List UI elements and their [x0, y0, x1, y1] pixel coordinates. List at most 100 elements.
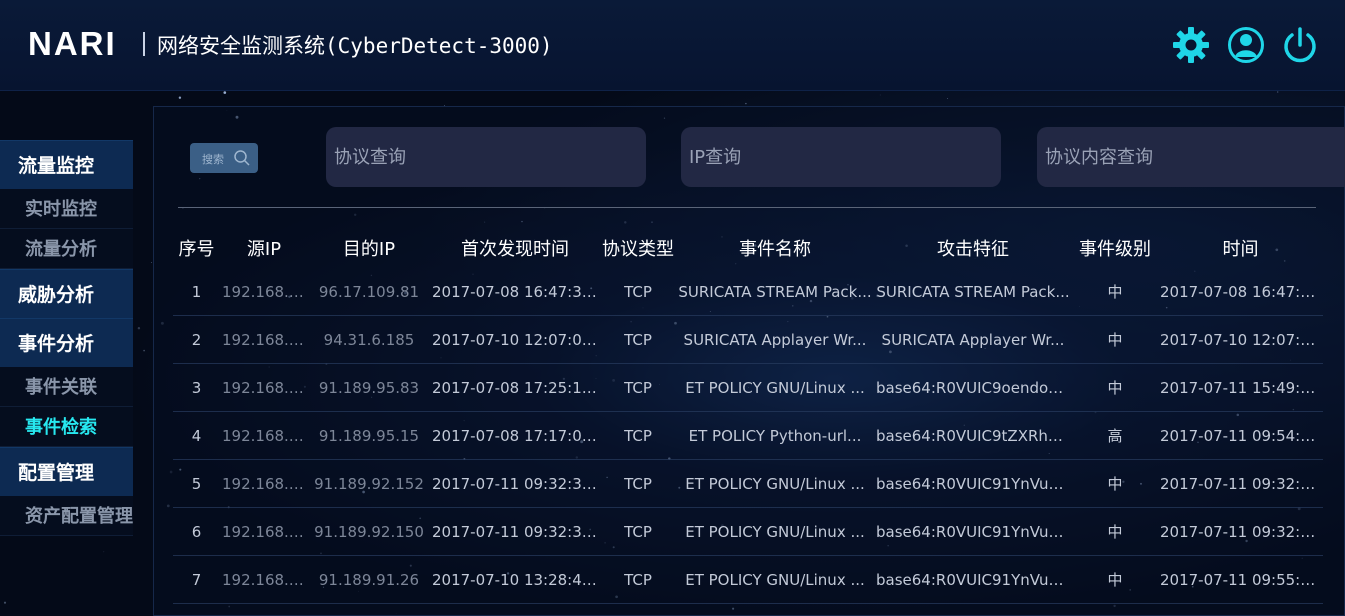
sidebar-item-traffic-analysis[interactable]: 流量分析 — [0, 229, 133, 269]
cell-event-level: 中 — [1072, 459, 1158, 508]
sidebar-group-config-management[interactable]: 配置管理 — [0, 447, 133, 496]
cell-first-seen: 2017-07-11 09:32:36.0 — [430, 507, 600, 556]
star — [103, 551, 105, 553]
cell-first-seen: 2017-07-10 12:07:00.0 — [430, 315, 600, 364]
cell-dst-ip: 91.189.92.152 — [308, 459, 430, 508]
cell-first-seen: 2017-07-11 09:32:35.0 — [430, 459, 600, 508]
event-table-body: 1192.168.13.196.17.109.812017-07-08 16:4… — [173, 268, 1323, 604]
cell-event-name: ET POLICY GNU/Linux ... — [676, 459, 874, 508]
sidebar: 流量监控 实时监控 流量分析 威胁分析 事件分析 事件关联 事件检索 配置管理 … — [0, 140, 133, 536]
cell-event-level: 中 — [1072, 363, 1158, 412]
cell-index: 2 — [173, 315, 220, 364]
table-row[interactable]: 7192.168.13.191.189.91.262017-07-10 13:2… — [173, 555, 1323, 604]
col-header-attack-signature: 攻击特征 — [937, 239, 1009, 260]
cell-event-level: 中 — [1072, 268, 1158, 316]
col-header-dst-ip: 目的IP — [342, 239, 396, 260]
cell-time: 2017-07-11 09:55:51.0 — [1158, 555, 1323, 604]
cell-index: 5 — [173, 459, 220, 508]
star — [151, 262, 153, 264]
cell-dst-ip: 96.17.109.81 — [308, 268, 430, 316]
cell-event-name: SURICATA STREAM Pack... — [676, 268, 874, 316]
cell-time: 2017-07-08 16:47:30.0 — [1158, 268, 1323, 316]
table-row[interactable]: 1192.168.13.196.17.109.812017-07-08 16:4… — [173, 268, 1323, 316]
cell-protocol: TCP — [600, 411, 676, 460]
sidebar-group-event-analysis[interactable]: 事件分析 — [0, 318, 133, 367]
cell-dst-ip: 91.189.92.150 — [308, 507, 430, 556]
cell-event-name: ET POLICY GNU/Linux ... — [676, 507, 874, 556]
col-header-event-level: 事件级别 — [1079, 239, 1151, 260]
star — [947, 98, 949, 100]
star — [223, 91, 227, 94]
cell-first-seen: 2017-07-08 17:17:03.0 — [430, 411, 600, 460]
cell-protocol: TCP — [600, 268, 676, 316]
sidebar-group-traffic-monitor[interactable]: 流量监控 — [0, 140, 133, 189]
cell-time: 2017-07-11 09:32:36.0 — [1158, 507, 1323, 556]
cell-index: 4 — [173, 411, 220, 460]
nari-logo: NARI — [28, 25, 117, 62]
cell-src-ip: 192.168.13.1 — [220, 411, 308, 460]
table-row[interactable]: 6192.168.13.191.189.92.1502017-07-11 09:… — [173, 507, 1323, 556]
cell-index: 6 — [173, 507, 220, 556]
search-divider — [178, 207, 1316, 208]
table-row[interactable]: 2192.168.13.194.31.6.1852017-07-10 12:07… — [173, 315, 1323, 364]
cell-src-ip: 192.168.13.1 — [220, 459, 308, 508]
search-icon — [234, 150, 250, 166]
app-title: 网络安全监测系统(CyberDetect-3000) — [157, 34, 553, 58]
cell-index: 7 — [173, 555, 220, 604]
cell-event-name: ET POLICY GNU/Linux ... — [676, 363, 874, 412]
cell-attack-signature: base64:R0VUIC91YnVud... — [874, 555, 1072, 604]
cell-time: 2017-07-11 15:49:04.0 — [1158, 363, 1323, 412]
cell-event-level: 中 — [1072, 555, 1158, 604]
cell-event-level: 中 — [1072, 315, 1158, 364]
search-button-label: 搜索 — [202, 153, 224, 166]
protocol-content-query-input[interactable] — [1037, 127, 1345, 187]
cell-attack-signature: base64:R0VUIC9tZXRhL... — [874, 411, 1072, 460]
cell-time: 2017-07-11 09:54:27.0 — [1158, 411, 1323, 460]
cell-first-seen: 2017-07-08 17:25:12.0 — [430, 363, 600, 412]
star — [143, 349, 145, 352]
cell-first-seen: 2017-07-10 13:28:47.0 — [430, 555, 600, 604]
table-row[interactable]: 3192.168.13.191.189.95.832017-07-08 17:2… — [173, 363, 1323, 412]
cell-attack-signature: base64:R0VUIC91YnVud... — [874, 507, 1072, 556]
cell-event-name: ET POLICY Python-url... — [676, 411, 874, 460]
cell-index: 3 — [173, 363, 220, 412]
table-header-row: 序号 源IP 目的IP 首次发现时间 协议类型 事件名称 攻击特征 事件级别 时… — [173, 228, 1323, 268]
cell-protocol: TCP — [600, 507, 676, 556]
ip-query-input[interactable] — [681, 127, 1001, 187]
table-row[interactable]: 5192.168.13.191.189.92.1522017-07-11 09:… — [173, 459, 1323, 508]
sidebar-item-realtime-monitor[interactable]: 实时监控 — [0, 189, 133, 229]
event-table: 序号 源IP 目的IP 首次发现时间 协议类型 事件名称 攻击特征 事件级别 时… — [173, 228, 1323, 604]
user-icon[interactable] — [1227, 26, 1265, 64]
cell-src-ip: 192.168.13.1 — [220, 315, 308, 364]
search-button[interactable]: 搜索 — [190, 143, 258, 173]
cell-index: 1 — [173, 268, 220, 316]
table-row[interactable]: 4192.168.13.191.189.95.152017-07-08 17:1… — [173, 411, 1323, 460]
sidebar-item-event-search[interactable]: 事件检索 — [0, 407, 133, 447]
cell-attack-signature: SURICATA STREAM Pack... — [874, 268, 1072, 316]
cell-protocol: TCP — [600, 459, 676, 508]
col-header-src-ip: 源IP — [246, 239, 282, 260]
cell-dst-ip: 91.189.95.15 — [308, 411, 430, 460]
app-header: NARI 网络安全监测系统(CyberDetect-3000) — [0, 0, 1345, 91]
col-header-event-name: 事件名称 — [739, 239, 811, 260]
cell-src-ip: 192.168.13.1 — [220, 363, 308, 412]
cell-dst-ip: 91.189.95.83 — [308, 363, 430, 412]
cell-first-seen: 2017-07-08 16:47:30.0 — [430, 268, 600, 316]
cell-event-name: ET POLICY GNU/Linux ... — [676, 555, 874, 604]
gear-icon[interactable] — [1172, 26, 1210, 64]
sidebar-item-asset-config[interactable]: 资产配置管理 — [0, 496, 133, 536]
cell-dst-ip: 91.189.91.26 — [308, 555, 430, 604]
power-icon[interactable] — [1281, 26, 1319, 64]
cell-src-ip: 192.168.13.1 — [220, 555, 308, 604]
star — [1277, 91, 1279, 93]
star — [879, 94, 881, 96]
sidebar-group-threat-analysis[interactable]: 威胁分析 — [0, 269, 133, 318]
col-header-protocol: 协议类型 — [602, 239, 674, 260]
cell-time: 2017-07-11 09:32:40.0 — [1158, 459, 1323, 508]
col-header-index: 序号 — [178, 239, 215, 260]
cell-attack-signature: SURICATA Applayer Wr... — [874, 315, 1072, 364]
cell-event-name: SURICATA Applayer Wr... — [676, 315, 874, 364]
cell-attack-signature: base64:R0VUIC9oendod... — [874, 363, 1072, 412]
sidebar-item-event-correlation[interactable]: 事件关联 — [0, 367, 133, 407]
protocol-query-input[interactable] — [326, 127, 646, 187]
